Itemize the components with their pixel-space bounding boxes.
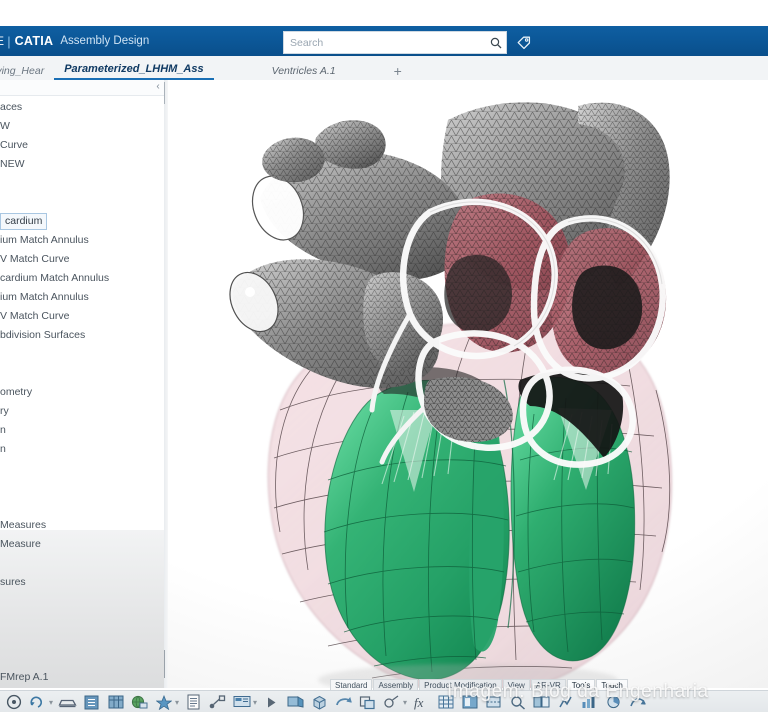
simulate-icon[interactable] — [627, 693, 648, 712]
heart-model-render — [229, 102, 672, 688]
undo-icon[interactable] — [333, 693, 354, 712]
tab-parameterized-lhhm-assembly[interactable]: Parameterized_LHHM_Ass — [54, 64, 214, 80]
globe-icon[interactable] — [129, 693, 150, 712]
dropdown-caret-icon[interactable]: ▾ — [252, 698, 258, 707]
tree-item[interactable]: V Match Curve — [0, 250, 166, 269]
magnify-icon[interactable] — [507, 693, 528, 712]
svg-text:fx: fx — [414, 695, 424, 710]
panel-icon[interactable] — [459, 693, 480, 712]
tree-item[interactable]: ium Match Annulus — [0, 231, 166, 250]
list-panel-icon[interactable] — [81, 693, 102, 712]
box-icon[interactable] — [309, 693, 330, 712]
tree-item[interactable]: _FEMrep A.1 — [0, 687, 166, 688]
tree-item[interactable]: n — [0, 421, 166, 440]
brand-title: E | CATIA Assembly Design — [0, 34, 149, 49]
tree-panel-header — [0, 80, 166, 96]
tab-ventricles[interactable]: Ventricles A.1 — [262, 65, 346, 81]
tag-icon[interactable] — [513, 31, 535, 52]
tree-item[interactable]: bdivision Surfaces — [0, 326, 166, 345]
tab-living-heart[interactable]: iving_Hear — [0, 65, 54, 81]
tree-item[interactable]: ry — [0, 402, 166, 421]
measure-icon[interactable] — [381, 693, 402, 712]
dropdown-caret-icon[interactable]: ▾ — [402, 698, 408, 707]
action-bar-toolbar: ▾ ▾ ▾ ▾ fx — [0, 690, 768, 712]
app-name-label: Assembly Design — [60, 35, 150, 47]
chart-icon[interactable] — [603, 693, 624, 712]
rotate-icon[interactable] — [27, 693, 48, 712]
tree-item[interactable]: NEW — [0, 155, 166, 174]
search-box[interactable] — [283, 31, 507, 54]
tree-item[interactable]: ometry — [0, 383, 166, 402]
tree-item-selected[interactable]: cardium — [0, 212, 166, 231]
brand-separator: | — [7, 33, 11, 49]
tree-item[interactable]: sures — [0, 573, 166, 592]
document-icon[interactable] — [183, 693, 204, 712]
sensor-icon[interactable] — [555, 693, 576, 712]
tree-item[interactable]: Measures — [0, 516, 166, 535]
application-window: E | CATIA Assembly Design iving_Hear Par… — [0, 0, 768, 712]
dropdown-caret-icon[interactable]: ▾ — [48, 698, 54, 707]
brand-catia-label: CATIA — [14, 34, 54, 48]
link-icon[interactable] — [207, 693, 228, 712]
tree-item[interactable]: Measure — [0, 535, 166, 554]
tab-add-new[interactable]: + — [384, 64, 412, 80]
specification-tree: aces W Curve NEW cardium ium Match Annul… — [0, 98, 166, 688]
grid-icon[interactable] — [435, 693, 456, 712]
chevron-left-icon[interactable]: ‹ — [152, 81, 164, 93]
tree-item[interactable]: V Match Curve — [0, 307, 166, 326]
car-icon[interactable] — [57, 693, 78, 712]
search-input[interactable] — [284, 32, 486, 53]
3d-viewport[interactable] — [168, 80, 768, 688]
window-top-strip — [0, 0, 768, 26]
compare-icon[interactable] — [531, 693, 552, 712]
display-icon[interactable] — [231, 693, 252, 712]
tree-item[interactable]: n — [0, 440, 166, 459]
analysis-icon[interactable] — [579, 693, 600, 712]
tree-item[interactable]: aces — [0, 98, 166, 117]
tree-item[interactable]: ium Match Annulus — [0, 288, 166, 307]
specification-tree-panel: aces W Curve NEW cardium ium Match Annul… — [0, 80, 166, 688]
annotation-icon[interactable] — [285, 693, 306, 712]
compass-icon[interactable] — [3, 693, 24, 712]
fx-icon[interactable]: fx — [411, 693, 432, 712]
play-icon[interactable] — [261, 693, 282, 712]
tree-item[interactable]: Curve — [0, 136, 166, 155]
table-icon[interactable] — [105, 693, 126, 712]
tree-item[interactable]: FMrep A.1 — [0, 668, 166, 687]
clip-icon[interactable] — [483, 693, 504, 712]
tree-item[interactable]: cardium Match Annulus — [0, 269, 166, 288]
brand-prefix-label: E — [0, 34, 5, 48]
search-icon[interactable] — [486, 33, 506, 52]
document-tab-strip: iving_Hear Parameterized_LHHM_Ass Ventri… — [0, 56, 768, 81]
dropdown-caret-icon[interactable]: ▾ — [174, 698, 180, 707]
section-icon[interactable] — [357, 693, 378, 712]
star-icon[interactable] — [153, 693, 174, 712]
tree-item[interactable]: W — [0, 117, 166, 136]
